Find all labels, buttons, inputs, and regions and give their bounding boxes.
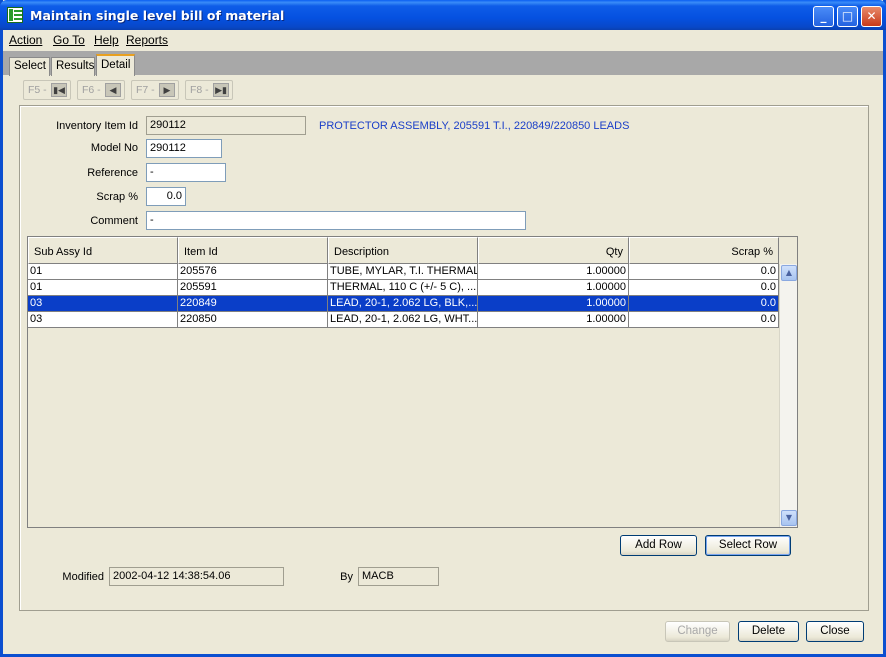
bom-grid: Sub Assy Id Item Id Description Qty Scra… bbox=[27, 236, 798, 528]
cell-qty[interactable]: 1.00000 bbox=[478, 296, 629, 312]
inventory-item-description: PROTECTOR ASSEMBLY, 205591 T.I., 220849/… bbox=[319, 120, 630, 132]
previous-icon: ◀ bbox=[105, 83, 121, 97]
comment-label: Comment bbox=[90, 215, 138, 227]
menu-bar: Action Go To Help Reports bbox=[3, 30, 883, 50]
by-field: MACB bbox=[358, 567, 439, 586]
app-icon bbox=[7, 7, 23, 23]
cell-sub-assy[interactable]: 01 bbox=[28, 280, 178, 296]
last-record-button[interactable]: F8 - ▶▮ bbox=[185, 80, 233, 100]
column-header-sub-assy[interactable]: Sub Assy Id bbox=[28, 237, 178, 264]
add-row-button[interactable]: Add Row bbox=[620, 535, 697, 556]
model-no-label: Model No bbox=[90, 142, 138, 154]
by-label: By bbox=[340, 571, 353, 583]
cell-scrap[interactable]: 0.0 bbox=[629, 296, 779, 312]
tab-detail[interactable]: Detail bbox=[96, 54, 135, 76]
cell-item-id[interactable]: 220850 bbox=[178, 312, 328, 328]
title-bar[interactable]: Maintain single level bill of material _… bbox=[0, 0, 886, 30]
inventory-item-field: 290112 bbox=[146, 116, 306, 135]
cell-item-id[interactable]: 205591 bbox=[178, 280, 328, 296]
cell-scrap[interactable]: 0.0 bbox=[629, 264, 779, 280]
column-header-item-id[interactable]: Item Id bbox=[178, 237, 328, 264]
cell-qty[interactable]: 1.00000 bbox=[478, 264, 629, 280]
modified-field: 2002-04-12 14:38:54.06 bbox=[109, 567, 284, 586]
tab-strip: Select Results Detail bbox=[3, 51, 883, 76]
grid-vertical-scrollbar[interactable]: ▲ ▼ bbox=[779, 264, 797, 527]
cell-sub-assy[interactable]: 03 bbox=[28, 312, 178, 328]
maximize-icon[interactable]: □ bbox=[837, 6, 858, 27]
select-row-button[interactable]: Select Row bbox=[705, 535, 791, 556]
close-icon[interactable]: ✕ bbox=[861, 6, 882, 27]
menu-reports[interactable]: Reports bbox=[126, 33, 168, 47]
reference-label: Reference bbox=[87, 167, 138, 179]
last-icon: ▶▮ bbox=[213, 83, 229, 97]
window-title: Maintain single level bill of material bbox=[30, 8, 285, 23]
cell-description[interactable]: TUBE, MYLAR, T.I. THERMAL bbox=[328, 264, 478, 280]
previous-record-button[interactable]: F6 - ◀ bbox=[77, 80, 125, 100]
grid-body: 01 205576 TUBE, MYLAR, T.I. THERMAL 1.00… bbox=[28, 264, 779, 527]
menu-go-to[interactable]: Go To bbox=[53, 33, 85, 47]
inventory-item-label: Inventory Item Id bbox=[56, 120, 138, 132]
cell-sub-assy[interactable]: 01 bbox=[28, 264, 178, 280]
close-button[interactable]: Close bbox=[806, 621, 864, 642]
tab-select[interactable]: Select bbox=[9, 57, 50, 76]
next-icon: ▶ bbox=[159, 83, 175, 97]
model-no-field[interactable]: 290112 bbox=[146, 139, 222, 158]
scroll-down-icon[interactable]: ▼ bbox=[781, 510, 797, 526]
column-header-scrap[interactable]: Scrap % bbox=[629, 237, 779, 264]
cell-description[interactable]: LEAD, 20-1, 2.062 LG, BLK,... bbox=[328, 296, 478, 312]
first-record-button[interactable]: F5 - ▮◀ bbox=[23, 80, 71, 100]
scroll-up-icon[interactable]: ▲ bbox=[781, 265, 797, 281]
menu-help[interactable]: Help bbox=[94, 33, 119, 47]
cell-qty[interactable]: 1.00000 bbox=[478, 280, 629, 296]
cell-description[interactable]: THERMAL, 110 C (+/- 5 C), ... bbox=[328, 280, 478, 296]
app-window: Maintain single level bill of material _… bbox=[0, 0, 886, 657]
reference-field[interactable]: - bbox=[146, 163, 226, 182]
cell-scrap[interactable]: 0.0 bbox=[629, 312, 779, 328]
comment-field[interactable]: - bbox=[146, 211, 526, 230]
cell-scrap[interactable]: 0.0 bbox=[629, 280, 779, 296]
column-header-qty[interactable]: Qty bbox=[478, 237, 629, 264]
cell-sub-assy[interactable]: 03 bbox=[28, 296, 178, 312]
tab-results[interactable]: Results bbox=[51, 57, 95, 76]
cell-item-id[interactable]: 205576 bbox=[178, 264, 328, 280]
scrap-field[interactable]: 0.0 bbox=[146, 187, 186, 206]
change-button[interactable]: Change bbox=[665, 621, 730, 642]
modified-label: Modified bbox=[62, 571, 104, 583]
delete-button[interactable]: Delete bbox=[738, 621, 799, 642]
first-icon: ▮◀ bbox=[51, 83, 67, 97]
cell-qty[interactable]: 1.00000 bbox=[478, 312, 629, 328]
cell-item-id[interactable]: 220849 bbox=[178, 296, 328, 312]
next-record-button[interactable]: F7 - ▶ bbox=[131, 80, 179, 100]
menu-action[interactable]: Action bbox=[9, 33, 42, 47]
cell-description[interactable]: LEAD, 20-1, 2.062 LG, WHT... bbox=[328, 312, 478, 328]
column-header-description[interactable]: Description bbox=[328, 237, 478, 264]
scrap-label: Scrap % bbox=[96, 191, 138, 203]
minimize-icon[interactable]: _ bbox=[813, 6, 834, 27]
